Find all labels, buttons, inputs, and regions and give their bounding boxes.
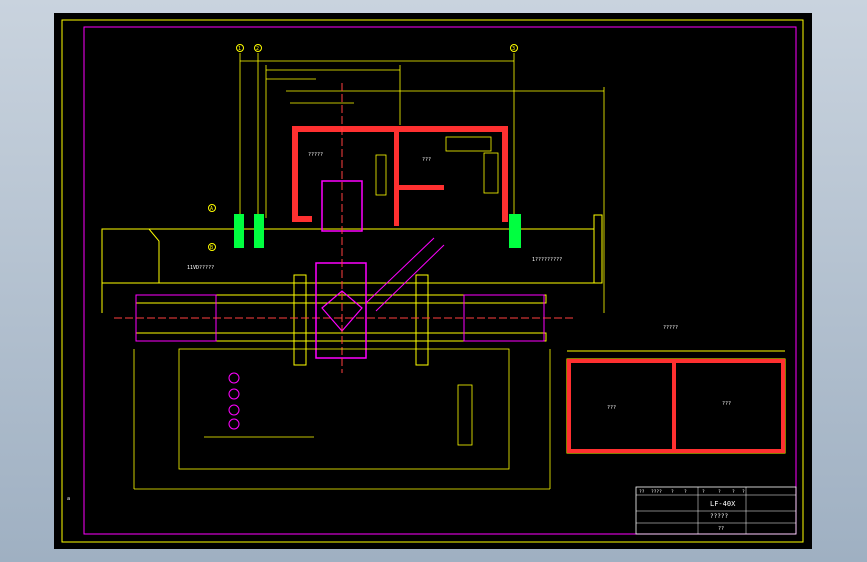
cad-drawing-canvas[interactable]: 1 2 3 A B ????? ??? 11VD????? 1?????????… <box>54 13 812 549</box>
title-header-1: ???? <box>651 489 662 495</box>
axis-marker-2: 2 <box>256 46 259 52</box>
axis-marker-1: 1 <box>238 46 241 52</box>
room-label-left: ????? <box>308 152 323 158</box>
drawing-frame <box>83 26 797 535</box>
outer-border <box>61 19 804 543</box>
title-header-3: ? <box>684 489 687 495</box>
corner-mark: a <box>67 496 70 502</box>
axis-marker-3: 3 <box>512 46 515 52</box>
cad-drawing: 1 2 3 A B ????? ??? 11VD????? 1?????????… <box>61 19 804 543</box>
title-header-5: ? <box>718 489 721 495</box>
drawing-sign: ?? <box>718 526 724 532</box>
motor-circles <box>228 372 240 430</box>
diagonal-arm <box>365 237 445 312</box>
rail-assembly <box>114 274 574 366</box>
title-header-2: ? <box>671 489 674 495</box>
title-header-7: ? <box>742 489 745 495</box>
room-label-center: ??? <box>422 157 431 163</box>
title-header-6: ? <box>732 489 735 495</box>
aux-title: ????? <box>663 325 678 331</box>
drawing-number: LF-40X <box>710 500 736 508</box>
aux-label-left: ??? <box>607 405 616 411</box>
axis-marker-a: A <box>210 206 213 212</box>
track-label-right: 1????????? <box>532 257 562 263</box>
track-label-left: 11VD????? <box>187 265 214 271</box>
aux-plan <box>566 350 786 454</box>
aux-label-right: ??? <box>722 401 731 407</box>
title-header-4: ? <box>702 489 705 495</box>
title-header-0: ?? <box>639 489 645 495</box>
brick-walls <box>292 126 508 226</box>
drawing-name: ????? <box>710 513 728 520</box>
axis-marker-b: B <box>210 245 213 251</box>
